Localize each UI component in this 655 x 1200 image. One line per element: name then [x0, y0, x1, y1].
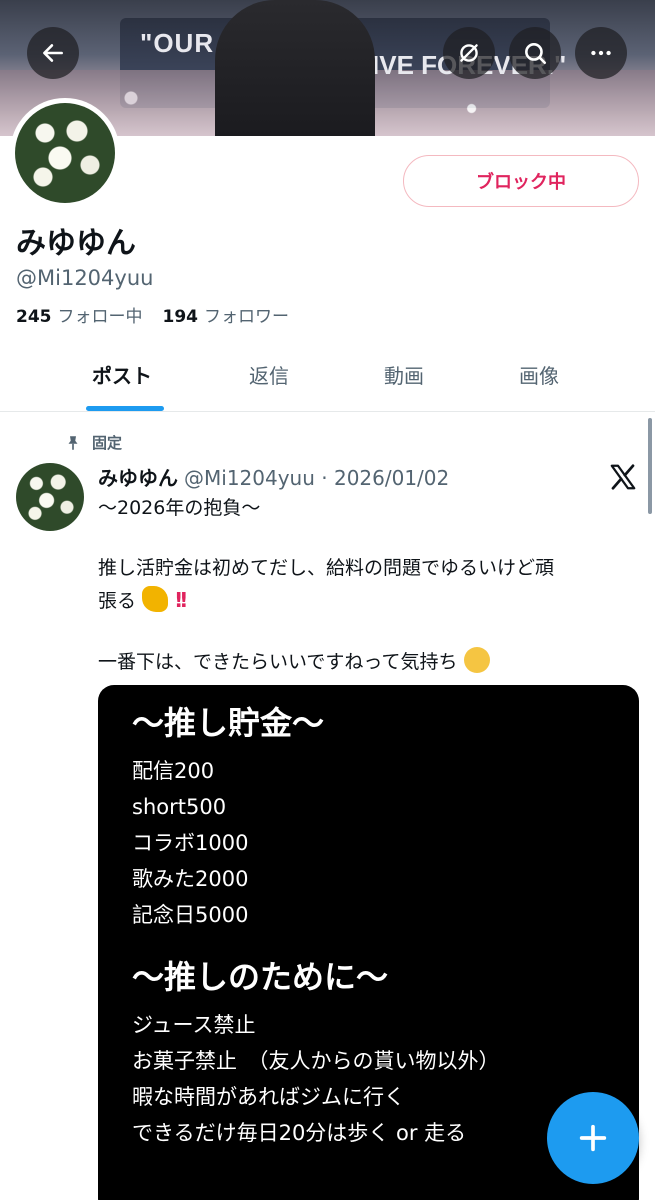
post-handle-date: @Mi1204yuu · 2026/01/02: [184, 466, 450, 490]
search-button[interactable]: [509, 27, 561, 79]
double-exclamation-icon: !!: [174, 588, 188, 612]
media-heading-goals: 〜推しのために〜: [132, 958, 389, 996]
media-spacer: [132, 933, 639, 957]
user-handle: @Mi1204yuu: [16, 266, 154, 290]
more-button[interactable]: [575, 27, 627, 79]
pinned-label: 固定: [92, 434, 123, 452]
blocked-button[interactable]: ブロック中: [403, 155, 639, 207]
grok-button[interactable]: [443, 27, 495, 79]
pin-icon: [68, 435, 78, 450]
avatar-image: [15, 103, 115, 203]
arrow-left-icon: [43, 44, 63, 62]
media-item: 記念日5000: [132, 903, 249, 927]
muscle-emoji-icon: [142, 586, 169, 612]
media-item: short500: [132, 795, 227, 819]
plus-icon: [579, 1124, 607, 1152]
post-text-line4: 一番下は、できたらいいですねって気持ち: [98, 651, 458, 673]
post-avatar[interactable]: [16, 463, 84, 531]
pinned-indicator: 固定: [64, 432, 122, 453]
pleading-face-emoji-icon: [463, 647, 490, 673]
tab-replies[interactable]: 返信: [249, 360, 289, 389]
post-author[interactable]: みゆゆん: [98, 466, 178, 490]
post-text-line1: 〜2026年の抱負〜: [98, 497, 261, 519]
x-logo-icon: [610, 464, 636, 490]
media-item: コラボ1000: [132, 831, 249, 855]
profile-tabs: ポスト 返信 動画 画像: [0, 340, 655, 412]
follow-stats: 245 フォロー中 194 フォロワー: [16, 302, 289, 327]
tab-posts[interactable]: ポスト: [92, 360, 152, 389]
post-text-line4-wrap: 一番下は、できたらいいですねって気持ち: [98, 646, 638, 678]
followers-link[interactable]: 194 フォロワー: [163, 302, 290, 327]
post-text-line3-wrap: 張る !!: [98, 584, 638, 617]
tab-images[interactable]: 画像: [519, 360, 559, 389]
media-heading-savings: 〜推し貯金〜: [132, 704, 325, 742]
media-item: お菓子禁止 （友人からの貰い物以外）: [132, 1049, 500, 1073]
tab-videos[interactable]: 動画: [384, 360, 424, 389]
search-icon: [525, 43, 547, 65]
followers-label: フォロワー: [204, 307, 289, 327]
following-link[interactable]: 245 フォロー中: [16, 302, 143, 327]
following-label: フォロー中: [57, 307, 143, 327]
media-item: 配信200: [132, 759, 215, 783]
active-tab-indicator: [86, 406, 164, 411]
compose-button[interactable]: [547, 1092, 639, 1184]
post-text-line3: 張る: [98, 590, 137, 612]
media-item: ジュース禁止: [132, 1013, 256, 1037]
back-button[interactable]: [27, 27, 79, 79]
media-item: 歌みた2000: [132, 867, 249, 891]
more-icon: [591, 50, 611, 56]
banner-person: [215, 0, 375, 136]
following-count: 245: [16, 307, 52, 327]
post-header: みゆゆん @Mi1204yuu · 2026/01/02: [98, 462, 449, 491]
followers-count: 194: [162, 307, 199, 327]
post-text-line2: 推し活貯金は初めてだし、給料の問題でゆるいけど頑: [98, 557, 555, 579]
display-name: みゆゆん: [16, 226, 136, 261]
profile-avatar[interactable]: [10, 98, 120, 208]
scrollbar[interactable]: [648, 418, 652, 514]
grok-icon: [460, 44, 478, 62]
